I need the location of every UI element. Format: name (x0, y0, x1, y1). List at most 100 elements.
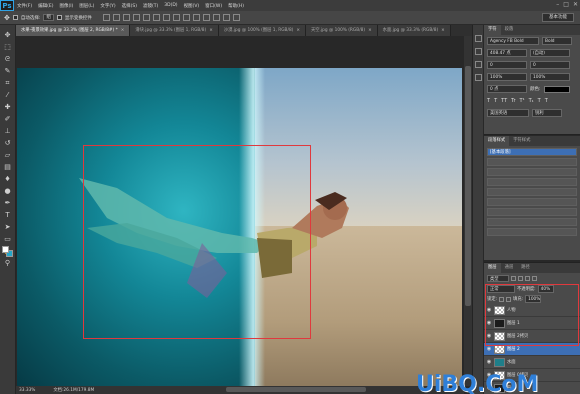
menu-layer[interactable]: 图层(L) (76, 3, 97, 9)
eyedropper-tool-icon[interactable]: ⁄ (2, 90, 13, 100)
style-row[interactable] (487, 178, 577, 186)
close-icon[interactable]: × (296, 28, 300, 33)
underline-button[interactable]: T (538, 98, 541, 104)
filter-adjust-icon[interactable] (518, 276, 523, 281)
selection-frame[interactable] (83, 145, 311, 339)
distribute-bottom-icon[interactable] (182, 14, 190, 21)
font-family-select[interactable]: Agency FB Bold (487, 37, 539, 45)
style-row[interactable] (487, 168, 577, 176)
layer-row[interactable]: ◉ 水面 (484, 356, 580, 369)
foreground-color-swatch[interactable] (2, 246, 9, 253)
menu-select[interactable]: 选择(S) (119, 3, 140, 9)
actions-panel-icon[interactable] (474, 48, 482, 55)
distribute-hcenter-icon[interactable] (202, 14, 210, 21)
doc-tab-1[interactable]: 水果-夜景效果.jpg @ 33.3% (图层 2, RGB/8#) * × (16, 25, 131, 36)
menu-file[interactable]: 文件(F) (14, 3, 35, 9)
doc-tab-5[interactable]: 水面.jpg @ 33.3% (RGB/8) × (377, 25, 451, 36)
horizontal-scroll-thumb[interactable] (226, 387, 366, 392)
history-panel-icon[interactable] (474, 35, 482, 42)
tab-character-styles[interactable]: 字符样式 (509, 136, 534, 146)
tracking-field[interactable]: 0 (530, 61, 570, 69)
eye-icon[interactable]: ◉ (486, 346, 492, 352)
marquee-tool-icon[interactable]: ⬚ (2, 42, 13, 52)
shape-tool-icon[interactable]: ▭ (2, 234, 13, 244)
distribute-right-icon[interactable] (212, 14, 220, 21)
filter-shape-icon[interactable] (532, 276, 537, 281)
antialias-select[interactable]: 锐利 (532, 109, 562, 117)
filter-type-icon[interactable] (525, 276, 530, 281)
layer-filter-kind[interactable]: 类型 (487, 275, 509, 282)
menu-type[interactable]: 文字(Y) (97, 3, 118, 9)
doc-tab-3[interactable]: 沙漠.jpg @ 100% (图层 1, RGB/8) × (218, 25, 306, 36)
style-row[interactable] (487, 208, 577, 216)
doc-tab-2[interactable]: 滑块.jpg @ 33.3% (图层 1, RGB/8) × (130, 25, 219, 36)
close-icon[interactable]: × (441, 28, 445, 33)
strikethrough-button[interactable]: T (545, 98, 548, 104)
tab-paragraph-styles[interactable]: 段落样式 (484, 136, 510, 146)
filter-pixel-icon[interactable] (511, 276, 516, 281)
lasso-tool-icon[interactable]: ᘓ (2, 54, 13, 64)
faux-bold-button[interactable]: T (487, 98, 490, 104)
align-right-icon[interactable] (152, 14, 160, 21)
dodge-tool-icon[interactable]: ● (2, 186, 13, 196)
tab-layers[interactable]: 图层 (484, 263, 501, 273)
align-vcenter-icon[interactable] (112, 14, 120, 21)
pen-tool-icon[interactable]: ✒ (2, 198, 13, 208)
subscript-button[interactable]: T₁ (529, 98, 534, 104)
leading-field[interactable]: (自动) (530, 49, 570, 57)
swatches-panel-icon[interactable] (474, 61, 482, 68)
style-row[interactable] (487, 188, 577, 196)
faux-italic-button[interactable]: T (494, 98, 497, 104)
menu-filter[interactable]: 滤镜(T) (140, 3, 161, 9)
menu-window[interactable]: 窗口(W) (202, 3, 225, 9)
style-row[interactable] (487, 158, 577, 166)
text-color-swatch[interactable] (543, 85, 570, 93)
style-row[interactable] (487, 228, 577, 236)
gradient-tool-icon[interactable]: ▤ (2, 162, 13, 172)
horizontal-scale-field[interactable]: 100% (530, 73, 570, 81)
vertical-scrollbar[interactable] (464, 36, 472, 386)
close-icon[interactable]: × (368, 28, 372, 33)
align-hcenter-icon[interactable] (142, 14, 150, 21)
maximize-button[interactable]: □ (563, 1, 569, 8)
zoom-tool-icon[interactable]: ⚲ (2, 258, 13, 268)
vertical-scroll-thumb[interactable] (465, 66, 471, 306)
menu-image[interactable]: 图像(I) (56, 3, 76, 9)
tab-character[interactable]: 字符 (484, 25, 501, 35)
vertical-scale-field[interactable]: 100% (487, 73, 527, 81)
style-row[interactable] (487, 218, 577, 226)
blur-tool-icon[interactable]: ♦ (2, 174, 13, 184)
3d-mode-icon[interactable] (222, 14, 230, 21)
history-brush-tool-icon[interactable]: ↺ (2, 138, 13, 148)
move-tool-icon[interactable]: ✥ (4, 14, 10, 22)
close-button[interactable]: ✕ (573, 1, 578, 8)
zoom-readout[interactable]: 33.33% (19, 388, 35, 393)
eye-icon[interactable]: ◉ (486, 359, 492, 365)
close-icon[interactable]: × (121, 28, 125, 33)
minimize-button[interactable]: – (556, 1, 559, 8)
doc-tab-4[interactable]: 天空.jpg @ 100% (RGB/8) × (305, 25, 378, 36)
eraser-tool-icon[interactable]: ▱ (2, 150, 13, 160)
brush-panel-icon[interactable] (474, 74, 482, 81)
document-canvas[interactable] (16, 36, 464, 386)
menu-edit[interactable]: 编辑(E) (35, 3, 56, 9)
close-icon[interactable]: × (209, 28, 213, 33)
stamp-tool-icon[interactable]: ⊥ (2, 126, 13, 136)
3d-rotate-icon[interactable] (232, 14, 240, 21)
workspace-switcher[interactable]: 基本功能 (542, 13, 574, 22)
align-top-icon[interactable] (102, 14, 110, 21)
layer-name[interactable]: 水面 (507, 359, 516, 365)
move-tool-icon[interactable]: ✥ (2, 30, 13, 40)
tab-paths[interactable]: 路径 (517, 263, 534, 273)
tab-channels[interactable]: 通道 (501, 263, 518, 273)
layer-name[interactable]: 图层 2 (507, 346, 520, 352)
distribute-vcenter-icon[interactable] (172, 14, 180, 21)
crop-tool-icon[interactable]: ⌗ (2, 78, 13, 88)
baseline-shift-field[interactable]: 0 点 (487, 85, 527, 93)
distribute-left-icon[interactable] (192, 14, 200, 21)
auto-select-dropdown[interactable]: 组 (43, 14, 54, 21)
quick-select-tool-icon[interactable]: ✎ (2, 66, 13, 76)
all-caps-button[interactable]: TT (501, 98, 507, 104)
auto-select-checkbox[interactable] (12, 15, 18, 20)
show-transform-checkbox[interactable] (56, 15, 62, 20)
